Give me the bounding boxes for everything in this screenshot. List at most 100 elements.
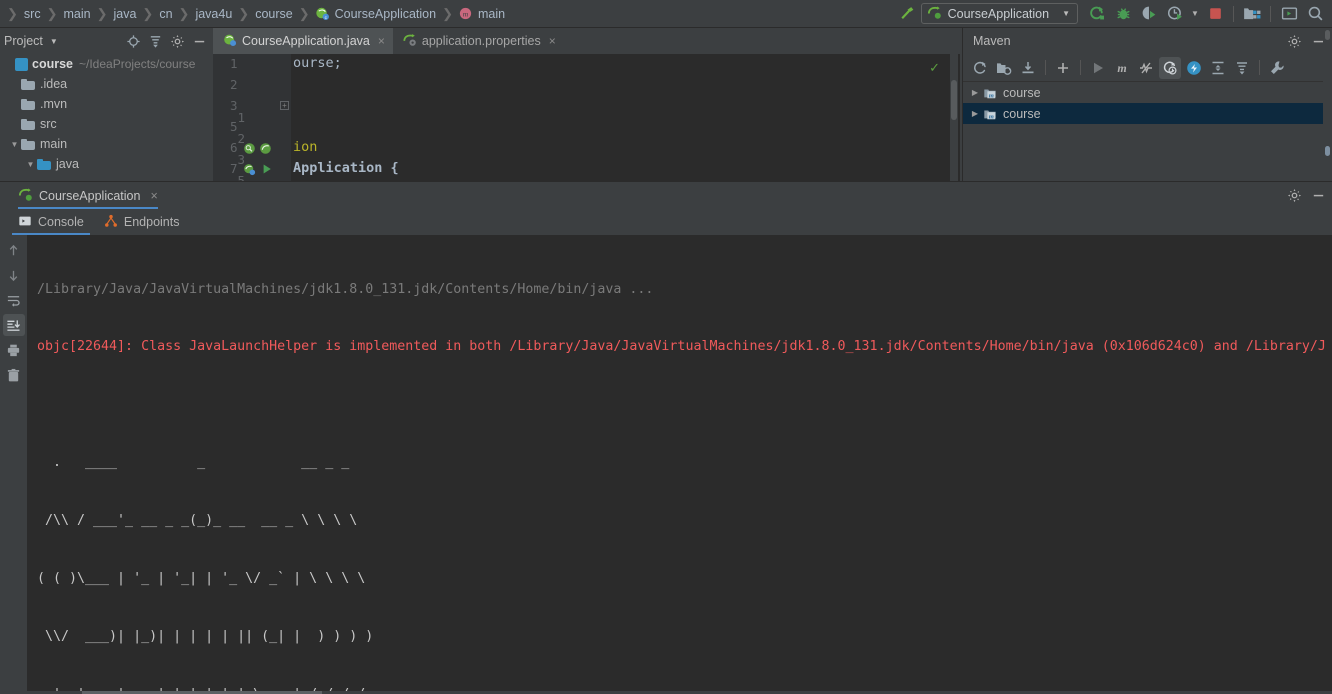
project-structure-icon[interactable] [1239, 1, 1265, 27]
tree-item-label: main [40, 137, 67, 151]
tree-item-idea[interactable]: .idea [0, 74, 213, 94]
maven-scrollbar[interactable] [1323, 28, 1332, 181]
editor-tab-application-properties[interactable]: application.properties × [393, 28, 564, 54]
profiler-caret-icon[interactable]: ▼ [1188, 1, 1202, 27]
console-output[interactable]: /Library/Java/JavaVirtualMachines/jdk1.8… [27, 235, 1332, 694]
scroll-to-end-icon[interactable] [3, 314, 25, 336]
editor-scrollbar-thumb[interactable] [951, 80, 957, 120]
chevron-down-icon[interactable]: ▼ [1062, 9, 1070, 18]
clear-all-icon[interactable] [3, 364, 25, 386]
maven-toolbar: m [963, 54, 1332, 82]
close-icon[interactable]: × [549, 34, 556, 48]
code-editor[interactable]: 1 2 3 5 6 7 [213, 54, 960, 181]
breadcrumb-item-main[interactable]: main [62, 7, 91, 21]
spring-class-icon: c [315, 6, 330, 21]
spring-boot-icon [927, 5, 942, 23]
editor-gutter[interactable]: 1 2 3 5 6 7 [213, 54, 291, 181]
tree-item-main[interactable]: ▼ main [0, 134, 213, 154]
print-icon[interactable] [3, 339, 25, 361]
close-icon[interactable]: × [150, 189, 157, 203]
folder-icon [21, 139, 35, 150]
console-icon [18, 214, 32, 231]
line-number: 3 [237, 152, 245, 167]
run-icon[interactable] [1087, 57, 1109, 79]
tree-twisty[interactable]: ▼ [8, 140, 21, 149]
toggle-offline-icon[interactable] [1159, 57, 1181, 79]
collapse-all-icon[interactable] [1231, 57, 1253, 79]
gear-icon[interactable] [1284, 30, 1304, 52]
tree-twisty[interactable]: ▶ [967, 88, 983, 97]
search-icon[interactable] [1302, 1, 1328, 27]
soft-wrap-icon[interactable] [3, 289, 25, 311]
add-maven-project-icon[interactable] [1052, 57, 1074, 79]
gear-icon[interactable] [1284, 185, 1304, 207]
breadcrumb-item-main-method[interactable]: main [477, 7, 506, 21]
rerun-icon[interactable] [1084, 1, 1110, 27]
spring-properties-icon [403, 33, 417, 50]
tab-endpoints[interactable]: Endpoints [94, 209, 190, 235]
editor-tabs: CourseApplication.java × application.pro… [213, 28, 564, 54]
expand-all-icon[interactable] [1207, 57, 1229, 79]
maven-project-label: course [1003, 86, 1041, 100]
breadcrumb-item-java[interactable]: java [112, 7, 137, 21]
hide-icon[interactable] [189, 30, 209, 52]
breadcrumb[interactable]: ❯ src ❯ main ❯ java ❯ cn ❯ java4u ❯ cour… [0, 6, 895, 22]
tree-item-java[interactable]: ▼ java [0, 154, 213, 174]
run-configuration-selector[interactable]: CourseApplication ▼ [921, 3, 1078, 24]
stop-icon[interactable] [1202, 1, 1228, 27]
show-dependencies-icon[interactable] [1183, 57, 1205, 79]
locate-icon[interactable] [123, 30, 143, 52]
console-banner-line: . ____ _ __ _ _ [37, 453, 1332, 472]
maven-tool-window: Maven [962, 28, 1332, 181]
tree-twisty[interactable]: ▶ [967, 109, 983, 118]
generate-sources-icon[interactable] [993, 57, 1015, 79]
hide-icon[interactable] [1308, 185, 1328, 207]
run-tab-courseapplication[interactable]: CourseApplication × [18, 182, 158, 209]
reload-all-maven-projects-icon[interactable] [969, 57, 991, 79]
profiler-icon[interactable] [1162, 1, 1188, 27]
line-number: 5 [237, 173, 245, 181]
breadcrumb-item-java4u[interactable]: java4u [194, 7, 233, 21]
collapse-all-icon[interactable] [145, 30, 165, 52]
run-with-coverage-icon[interactable] [1136, 1, 1162, 27]
breadcrumb-item-course[interactable]: course [254, 7, 294, 21]
project-tree[interactable]: course ~/IdeaProjects/course .idea .mvn … [0, 54, 213, 181]
chevron-down-icon[interactable]: ▼ [50, 37, 58, 46]
maven-settings-icon[interactable] [1266, 57, 1288, 79]
maven-project-row[interactable]: ▶ m course [963, 82, 1332, 103]
execute-maven-goal-icon[interactable]: m [1111, 57, 1133, 79]
tree-twisty[interactable]: ▼ [24, 160, 37, 169]
close-icon[interactable]: × [378, 34, 385, 48]
scroll-down-icon[interactable] [3, 264, 25, 286]
run-window-body: /Library/Java/JavaVirtualMachines/jdk1.8… [0, 235, 1332, 694]
folder-icon [21, 79, 35, 90]
maven-project-row[interactable]: ▶ m course [963, 103, 1332, 124]
toggle-skip-tests-icon[interactable] [1135, 57, 1157, 79]
tree-item-label: src [40, 117, 57, 131]
breadcrumb-item-courseapplication[interactable]: CourseApplication [334, 7, 437, 21]
hammer-icon[interactable] [895, 1, 921, 27]
download-sources-icon[interactable] [1017, 57, 1039, 79]
editor-tab-courseapplication-java[interactable]: CourseApplication.java × [213, 28, 393, 54]
scrollbar-thumb[interactable] [1325, 30, 1330, 40]
debug-icon[interactable] [1110, 1, 1136, 27]
tree-item-src[interactable]: src [0, 114, 213, 134]
editor-scrollbar[interactable] [950, 54, 958, 181]
editor-tab-label: CourseApplication.java [242, 34, 370, 48]
terminal-icon[interactable] [1276, 1, 1302, 27]
gear-icon[interactable] [167, 30, 187, 52]
svg-text:m: m [463, 9, 469, 18]
tree-item-label: course [32, 57, 73, 71]
breadcrumb-item-cn[interactable]: cn [158, 7, 173, 21]
project-panel-title[interactable]: Project [0, 34, 43, 48]
tree-item-label: .mvn [40, 97, 67, 111]
editor-tab-label: application.properties [422, 34, 541, 48]
tab-console[interactable]: Console [8, 209, 94, 235]
breadcrumb-sep: ❯ [137, 6, 158, 22]
maven-header-actions [1284, 28, 1328, 54]
tree-item-course[interactable]: course ~/IdeaProjects/course [0, 54, 213, 74]
scroll-up-icon[interactable] [3, 239, 25, 261]
breadcrumb-item-src[interactable]: src [23, 7, 42, 21]
tree-item-mvn[interactable]: .mvn [0, 94, 213, 114]
scrollbar-thumb-secondary[interactable] [1325, 146, 1330, 156]
